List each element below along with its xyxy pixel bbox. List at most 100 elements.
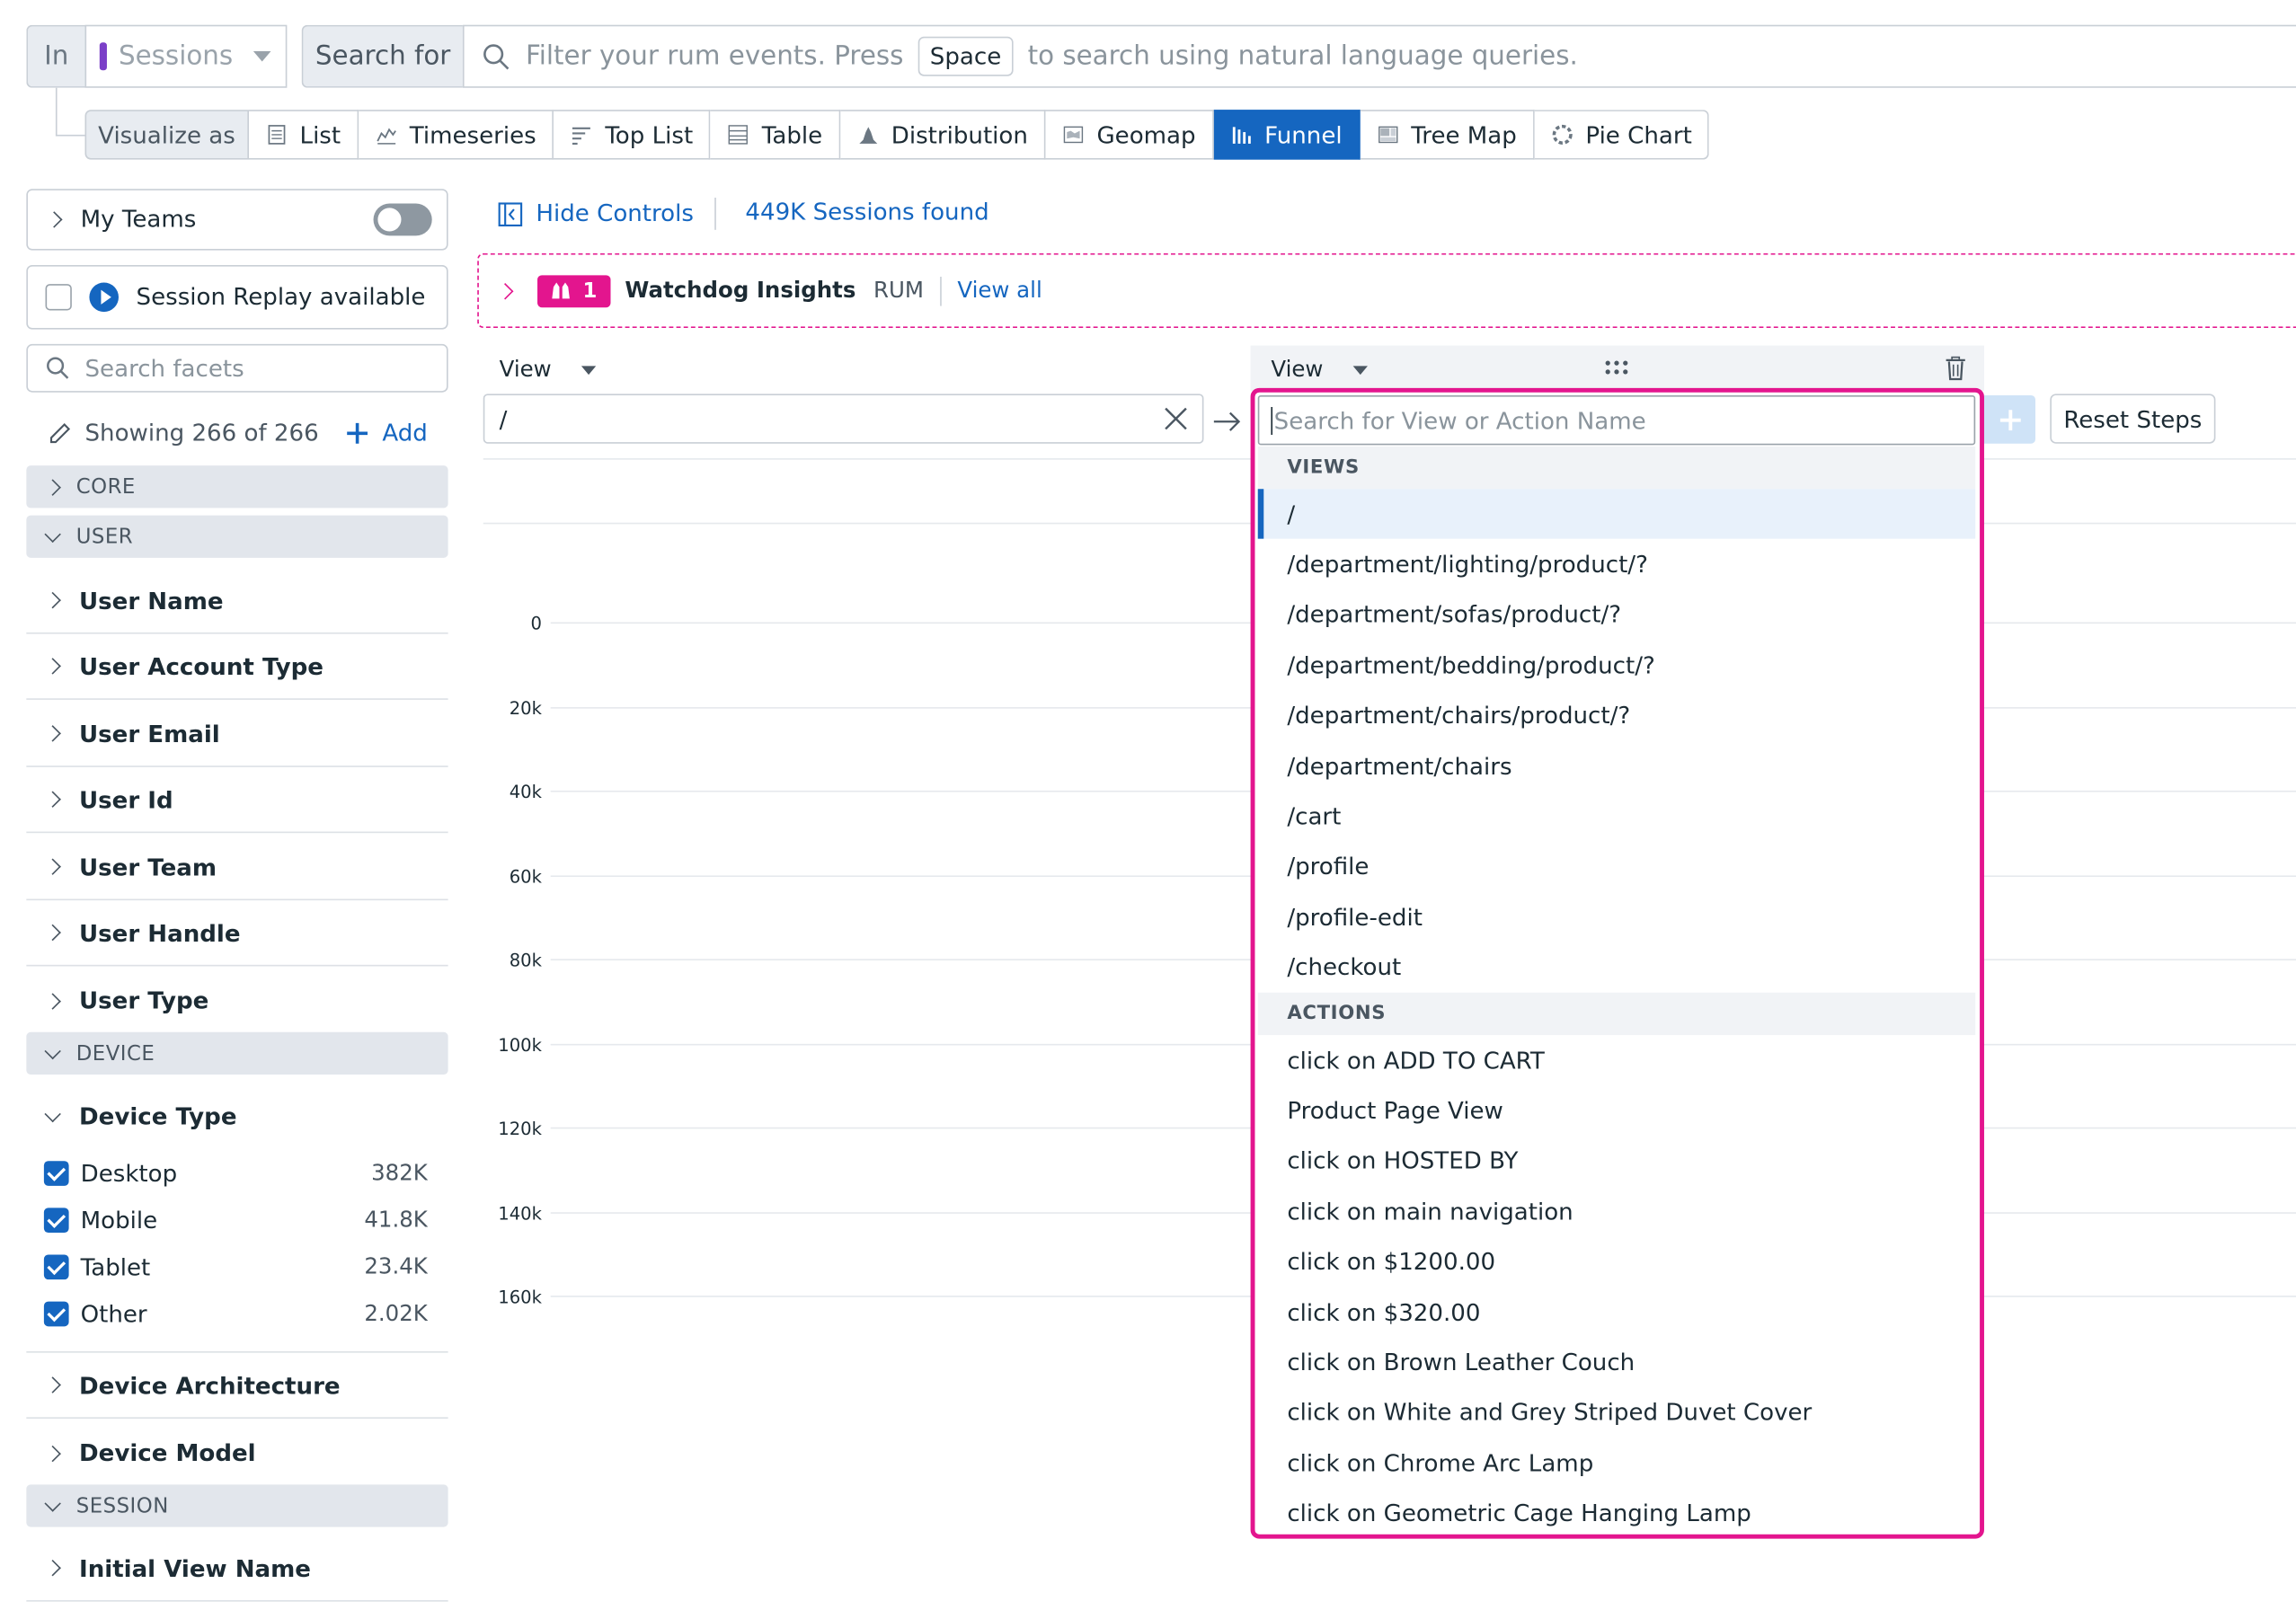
checkbox-checked[interactable]: [43, 1160, 69, 1186]
step1-type-selector[interactable]: View: [500, 358, 596, 383]
my-teams-toggle[interactable]: [373, 203, 432, 236]
viz-piechart-button[interactable]: Pie Chart: [1534, 110, 1710, 160]
facet-user-name[interactable]: User Name: [26, 568, 448, 634]
facet-label: User Email: [78, 719, 220, 748]
pencil-icon[interactable]: [47, 420, 73, 447]
facet-user-handle[interactable]: User Handle: [26, 900, 448, 967]
dropdown-view-option[interactable]: /checkout: [1258, 942, 1975, 993]
dropdown-action-option[interactable]: Product Page View: [1258, 1085, 1975, 1136]
viz-distribution-button[interactable]: Distribution: [839, 110, 1046, 160]
chevron-right-icon: [44, 924, 61, 942]
chevron-right-icon: [44, 1559, 61, 1577]
dropdown-action-option[interactable]: click on Brown Leather Couch: [1258, 1337, 1975, 1387]
facet-user-type[interactable]: User Type: [26, 968, 448, 1033]
section-session[interactable]: SESSION: [26, 1484, 448, 1527]
session-replay-checkbox[interactable]: [45, 284, 72, 311]
section-core[interactable]: CORE: [26, 465, 448, 509]
source-selector[interactable]: Sessions: [84, 24, 288, 88]
viz-timeseries-button[interactable]: Timeseries: [358, 110, 554, 160]
section-device[interactable]: DEVICE: [26, 1031, 448, 1075]
dropdown-view-option[interactable]: /: [1257, 489, 1976, 540]
chevron-right-icon: [496, 282, 514, 299]
hide-controls-button[interactable]: Hide Controls: [498, 199, 694, 229]
session-replay-filter[interactable]: Session Replay available: [26, 264, 448, 330]
facet-device-type[interactable]: Device Type: [26, 1084, 448, 1149]
facet-value-count: 23.4K: [364, 1252, 428, 1280]
dropdown-view-option[interactable]: /department/bedding/product/?: [1258, 640, 1975, 690]
query-placeholder-after: to search using natural language queries…: [1027, 40, 1578, 72]
add-facet-button[interactable]: Add: [346, 420, 428, 445]
viz-toplist-button[interactable]: Top List: [554, 110, 711, 160]
step2-type-selector[interactable]: View: [1271, 358, 1368, 383]
tree-connector: [55, 87, 85, 137]
dropdown-view-option[interactable]: /cart: [1258, 791, 1975, 841]
facet-user-email[interactable]: User Email: [26, 702, 448, 767]
dropdown-view-option[interactable]: /department/sofas/product/?: [1258, 589, 1975, 640]
checkbox-checked[interactable]: [43, 1207, 69, 1233]
my-teams-row[interactable]: My Teams: [26, 189, 448, 251]
dropdown-action-option[interactable]: click on main navigation: [1258, 1186, 1975, 1236]
dropdown-view-option[interactable]: /department/lighting/product/?: [1258, 539, 1975, 589]
y-axis-tick-label: 100k: [498, 1034, 542, 1056]
facet-user-id[interactable]: User Id: [26, 767, 448, 834]
facet-user-team[interactable]: User Team: [26, 835, 448, 901]
dropdown-action-option[interactable]: click on ADD TO CART: [1258, 1035, 1975, 1085]
dropdown-action-option[interactable]: click on Chrome Arc Lamp: [1258, 1438, 1975, 1488]
dropdown-view-option[interactable]: /department/chairs: [1258, 740, 1975, 791]
dropdown-view-option[interactable]: /profile-edit: [1258, 892, 1975, 942]
step1-input[interactable]: /: [483, 394, 1204, 444]
viz-funnel-button[interactable]: Funnel: [1213, 110, 1361, 160]
dropdown-view-option[interactable]: /department/chairs/product/?: [1258, 690, 1975, 740]
checkbox-checked[interactable]: [43, 1300, 69, 1326]
table-icon: [729, 125, 749, 145]
y-axis-tick-label: 80k: [509, 950, 542, 971]
dropdown-action-option[interactable]: click on $1200.00: [1258, 1236, 1975, 1287]
section-core-label: CORE: [75, 474, 136, 499]
facet-label: User Id: [78, 785, 173, 814]
watchdog-badge: 1: [537, 274, 611, 307]
facet-search-input[interactable]: Search facets: [26, 343, 448, 393]
dropdown-action-option[interactable]: click on Geometric Cage Hanging Lamp: [1258, 1488, 1975, 1538]
chevron-down-icon: [44, 1494, 61, 1511]
watchdog-insights-banner[interactable]: 1 Watchdog Insights RUM View all: [477, 252, 2296, 329]
checkbox-checked[interactable]: [43, 1253, 69, 1279]
timeseries-icon: [376, 128, 396, 145]
step-search-input[interactable]: Search for View or Action Name: [1257, 394, 1976, 446]
facet-initial-view-name[interactable]: Initial View Name: [26, 1535, 448, 1602]
dropdown-view-option[interactable]: /profile: [1258, 842, 1975, 892]
dropdown-action-option[interactable]: click on HOSTED BY: [1258, 1136, 1975, 1186]
section-user[interactable]: USER: [26, 515, 448, 558]
facet-user-account-type[interactable]: User Account Type: [26, 634, 448, 700]
viz-table-button[interactable]: Table: [710, 110, 840, 160]
query-search-input[interactable]: Filter your rum events. Press Space to s…: [462, 24, 2296, 88]
viz-geomap-button[interactable]: Geomap: [1045, 110, 1214, 160]
close-icon[interactable]: [1164, 407, 1187, 430]
toplist-icon: [572, 127, 591, 145]
device-type-tablet[interactable]: Tablet 23.4K: [43, 1251, 428, 1283]
reset-steps-button[interactable]: Reset Steps: [2050, 394, 2216, 444]
visualize-toolbar: Visualize as List Timeseries Top List Ta…: [84, 110, 1710, 160]
funnel-icon: [1232, 127, 1251, 144]
facet-device-architecture[interactable]: Device Architecture: [26, 1353, 448, 1419]
dropdown-action-option[interactable]: click on $320.00: [1258, 1287, 1975, 1337]
chevron-right-icon: [46, 211, 63, 228]
viz-timeseries-label: Timeseries: [409, 120, 536, 149]
watchdog-title: Watchdog Insights: [625, 276, 856, 304]
viz-treemap-button[interactable]: Tree Map: [1360, 110, 1535, 160]
trash-icon[interactable]: [1945, 356, 1966, 381]
device-type-desktop[interactable]: Desktop 382K: [43, 1156, 428, 1189]
dropdown-action-option[interactable]: click on White and Grey Striped Duvet Co…: [1258, 1387, 1975, 1438]
device-type-other[interactable]: Other 2.02K: [43, 1297, 428, 1330]
drag-handle-icon[interactable]: [1603, 358, 1629, 376]
add-step-button[interactable]: [1983, 394, 2036, 444]
device-type-mobile[interactable]: Mobile 41.8K: [43, 1203, 428, 1235]
watchdog-view-all-link[interactable]: View all: [957, 279, 1042, 301]
sessions-found-count[interactable]: 449K Sessions found: [745, 199, 988, 224]
scope-in-label: In: [26, 24, 85, 88]
facet-device-model[interactable]: Device Model: [26, 1420, 448, 1486]
step1-value: /: [499, 404, 508, 433]
space-key-hint: Space: [918, 36, 1014, 76]
facet-label: Initial View Name: [78, 1553, 311, 1582]
viz-list-button[interactable]: List: [248, 110, 359, 160]
facet-label: Device Type: [78, 1102, 237, 1130]
